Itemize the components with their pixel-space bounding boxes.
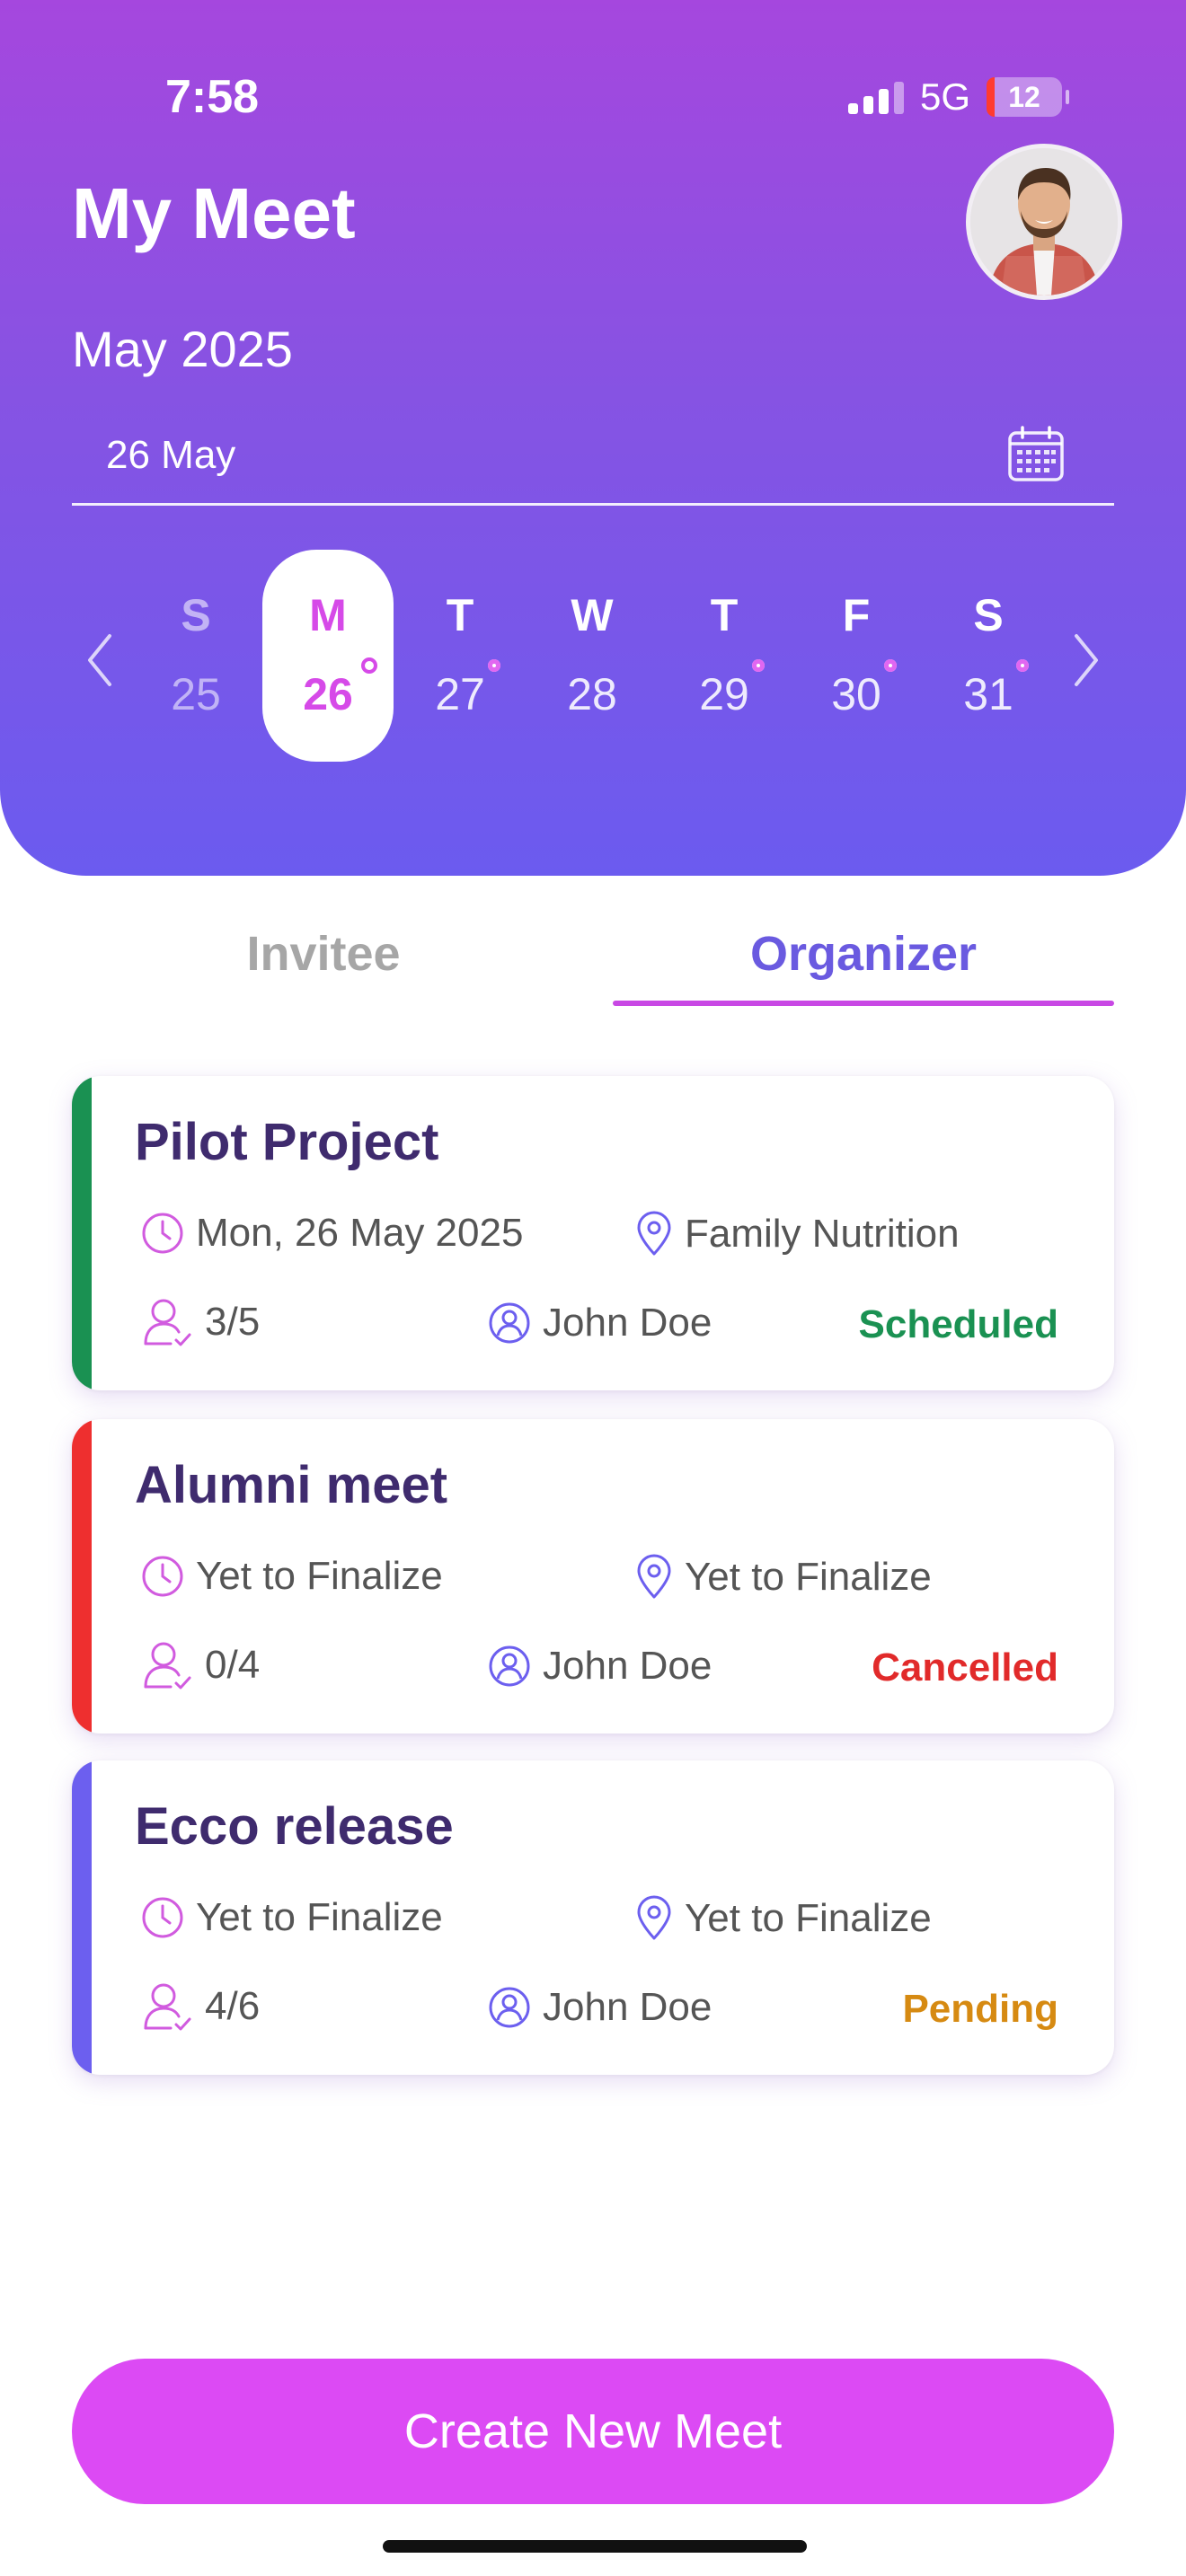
meeting-organizer: John Doe [487, 1301, 712, 1345]
create-new-meet-button[interactable]: Create New Meet [72, 2359, 1114, 2504]
tab-invitee[interactable]: Invitee [72, 898, 575, 1010]
attendees-icon [144, 1299, 191, 1346]
day-number: 27 [435, 669, 485, 719]
organizer-name: John Doe [543, 1985, 712, 2029]
tab-bar: Invitee Organizer [72, 898, 1114, 1010]
user-circle-icon [489, 1302, 530, 1344]
attendee-count: 4/6 [205, 1984, 261, 2028]
meeting-card[interactable]: Ecco release Yet to Finalize Yet to Fina… [72, 1760, 1114, 2075]
location-pin-icon [637, 1554, 671, 1599]
card-accent-bar [72, 1760, 92, 2075]
network-type: 5G [920, 75, 971, 118]
meeting-location-text: Yet to Finalize [685, 1896, 932, 1940]
avatar[interactable] [966, 144, 1122, 300]
day-fri-30[interactable]: F 30 [791, 550, 922, 762]
signal-icon [848, 80, 904, 114]
clock-icon [142, 1556, 183, 1597]
day-number: 26 [303, 669, 353, 719]
month-label: May 2025 [72, 321, 293, 377]
card-accent-bar [72, 1076, 92, 1390]
day-name: T [710, 590, 739, 640]
day-number: 28 [567, 669, 617, 719]
page-title: My Meet [72, 173, 356, 253]
day-tue-27[interactable]: T 27 [394, 550, 526, 762]
home-indicator [383, 2540, 807, 2553]
day-name: T [446, 590, 474, 640]
meeting-card[interactable]: Alumni meet Yet to Finalize Yet to Final… [72, 1419, 1114, 1734]
day-thu-29[interactable]: T 29 [659, 550, 790, 762]
meeting-attendees: 0/4 [140, 1638, 260, 1692]
day-wed-28[interactable]: W 28 [527, 550, 658, 762]
status-time: 7:58 [165, 71, 260, 123]
day-sun-25[interactable]: S 25 [130, 550, 261, 762]
meeting-date: Yet to Finalize [140, 1554, 443, 1599]
day-name: S [181, 590, 211, 640]
meeting-title: Pilot Project [135, 1113, 439, 1171]
meeting-date-text: Yet to Finalize [196, 1554, 443, 1598]
status-badge: Scheduled [858, 1302, 1059, 1346]
day-sat-31[interactable]: S 31 [923, 550, 1054, 762]
day-name: S [973, 590, 1004, 640]
meeting-location-text: Family Nutrition [685, 1212, 960, 1256]
day-number: 30 [831, 669, 881, 719]
attendees-icon [144, 1642, 191, 1689]
clock-icon [142, 1897, 183, 1938]
meeting-location: Yet to Finalize [634, 1554, 932, 1601]
event-dot [752, 659, 765, 672]
day-name: F [842, 590, 871, 640]
location-pin-icon [637, 1211, 671, 1256]
attendee-count: 0/4 [205, 1643, 261, 1687]
meeting-location: Yet to Finalize [634, 1895, 932, 1942]
card-accent-bar [72, 1419, 92, 1734]
meeting-organizer: John Doe [487, 1644, 712, 1689]
day-number: 25 [171, 669, 221, 719]
day-number: 29 [699, 669, 749, 719]
user-circle-icon [489, 1645, 530, 1687]
meeting-location-text: Yet to Finalize [685, 1555, 932, 1599]
status-badge: Pending [902, 1987, 1058, 2031]
day-name: M [309, 590, 347, 640]
battery-icon: 12 [987, 77, 1070, 117]
meeting-organizer: John Doe [487, 1985, 712, 2030]
location-pin-icon [637, 1895, 671, 1940]
status-badge: Cancelled [872, 1645, 1058, 1689]
event-dot [1016, 659, 1029, 672]
organizer-name: John Doe [543, 1644, 712, 1688]
chevron-right-icon[interactable] [1067, 629, 1103, 692]
meeting-date-text: Mon, 26 May 2025 [196, 1211, 524, 1255]
event-dot [361, 657, 377, 674]
status-indicators: 5G 12 [848, 72, 1070, 122]
date-picker-field[interactable]: 26 May [72, 415, 1114, 506]
meeting-attendees: 3/5 [140, 1295, 260, 1349]
attendee-count: 3/5 [205, 1300, 261, 1344]
clock-icon [142, 1213, 183, 1254]
attendees-icon [144, 1983, 191, 2031]
date-value: 26 May [106, 433, 236, 477]
day-mon-26[interactable]: M 26 [262, 550, 394, 762]
meeting-date: Mon, 26 May 2025 [140, 1211, 523, 1256]
day-number: 31 [963, 669, 1013, 719]
week-strip: S 25 M 26 T 27 W 28 T 29 F 30 S 31 [0, 550, 1186, 765]
meeting-location: Family Nutrition [634, 1211, 960, 1257]
day-name: W [571, 590, 614, 640]
meeting-card[interactable]: Pilot Project Mon, 26 May 2025 Family Nu… [72, 1076, 1114, 1390]
active-tab-indicator [613, 1001, 1114, 1006]
meeting-title: Ecco release [135, 1797, 454, 1856]
event-dot [488, 659, 500, 672]
meeting-attendees: 4/6 [140, 1980, 260, 2033]
organizer-name: John Doe [543, 1301, 712, 1345]
header: 7:58 5G 12 My Meet May 2025 26 May S 25 … [0, 0, 1186, 876]
meeting-title: Alumni meet [135, 1456, 448, 1514]
event-dot [884, 659, 897, 672]
calendar-icon[interactable] [1006, 424, 1066, 483]
tab-organizer[interactable]: Organizer [613, 898, 1114, 1010]
chevron-left-icon[interactable] [83, 629, 119, 692]
meeting-date: Yet to Finalize [140, 1895, 443, 1940]
battery-level: 12 [1008, 80, 1040, 113]
profile-photo-icon [970, 148, 1118, 296]
meeting-date-text: Yet to Finalize [196, 1895, 443, 1939]
user-circle-icon [489, 1987, 530, 2028]
